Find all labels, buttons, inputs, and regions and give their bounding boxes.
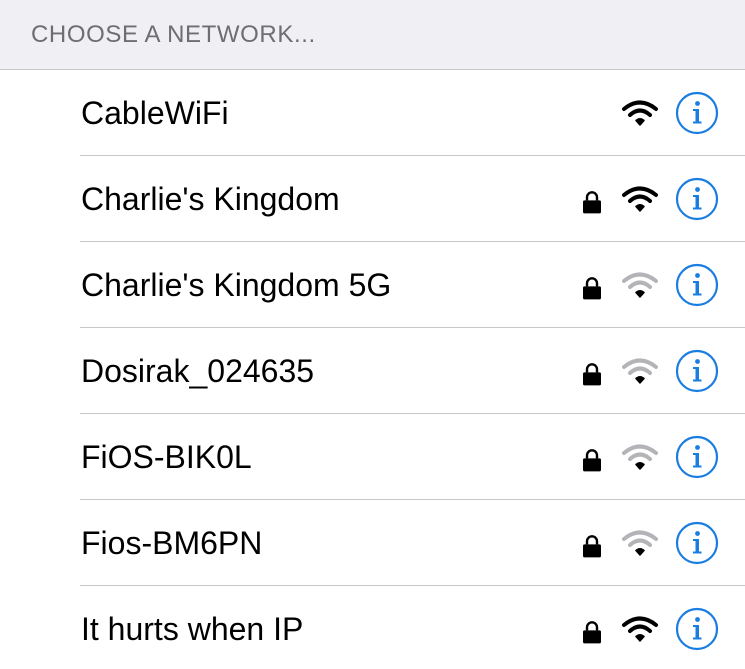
info-button[interactable] xyxy=(675,435,719,479)
network-row[interactable]: Charlie's Kingdom xyxy=(0,156,745,242)
network-row[interactable]: It hurts when IP xyxy=(0,586,745,669)
lock-icon xyxy=(583,191,601,214)
network-name: FiOS-BIK0L xyxy=(81,438,252,475)
wifi-signal-icon xyxy=(622,444,658,470)
section-header: CHOOSE A NETWORK... xyxy=(0,0,745,70)
network-name: Fios-BM6PN xyxy=(81,524,263,561)
wifi-signal-icon xyxy=(622,358,658,384)
info-button[interactable] xyxy=(675,521,719,565)
network-row[interactable]: Dosirak_024635 xyxy=(0,328,745,414)
network-name: Charlie's Kingdom 5G xyxy=(81,266,392,303)
network-row[interactable]: CableWiFi xyxy=(0,70,745,156)
network-name: Dosirak_024635 xyxy=(81,352,315,389)
wifi-signal-icon xyxy=(622,100,658,126)
info-button[interactable] xyxy=(675,607,719,651)
lock-icon xyxy=(583,449,601,472)
wifi-signal-icon xyxy=(622,272,658,298)
lock-icon xyxy=(583,363,601,386)
lock-icon xyxy=(583,277,601,300)
network-list: CableWiFi Charlie's Kingdom Charlie's Ki… xyxy=(0,70,745,669)
info-button[interactable] xyxy=(675,91,719,135)
section-title: CHOOSE A NETWORK... xyxy=(31,20,316,48)
lock-icon xyxy=(583,535,601,558)
info-button[interactable] xyxy=(675,177,719,221)
wifi-signal-icon xyxy=(622,186,658,212)
network-name: Charlie's Kingdom xyxy=(81,180,340,217)
network-row[interactable]: Charlie's Kingdom 5G xyxy=(0,242,745,328)
info-button[interactable] xyxy=(675,349,719,393)
wifi-signal-icon xyxy=(622,530,658,556)
lock-icon xyxy=(583,621,601,644)
wifi-signal-icon xyxy=(622,616,658,642)
network-row[interactable]: Fios-BM6PN xyxy=(0,500,745,586)
wifi-settings-screen: CHOOSE A NETWORK... CableWiFi Charlie's … xyxy=(0,0,745,669)
network-name: CableWiFi xyxy=(81,94,229,131)
info-button[interactable] xyxy=(675,263,719,307)
network-name: It hurts when IP xyxy=(81,610,304,647)
network-row[interactable]: FiOS-BIK0L xyxy=(0,414,745,500)
